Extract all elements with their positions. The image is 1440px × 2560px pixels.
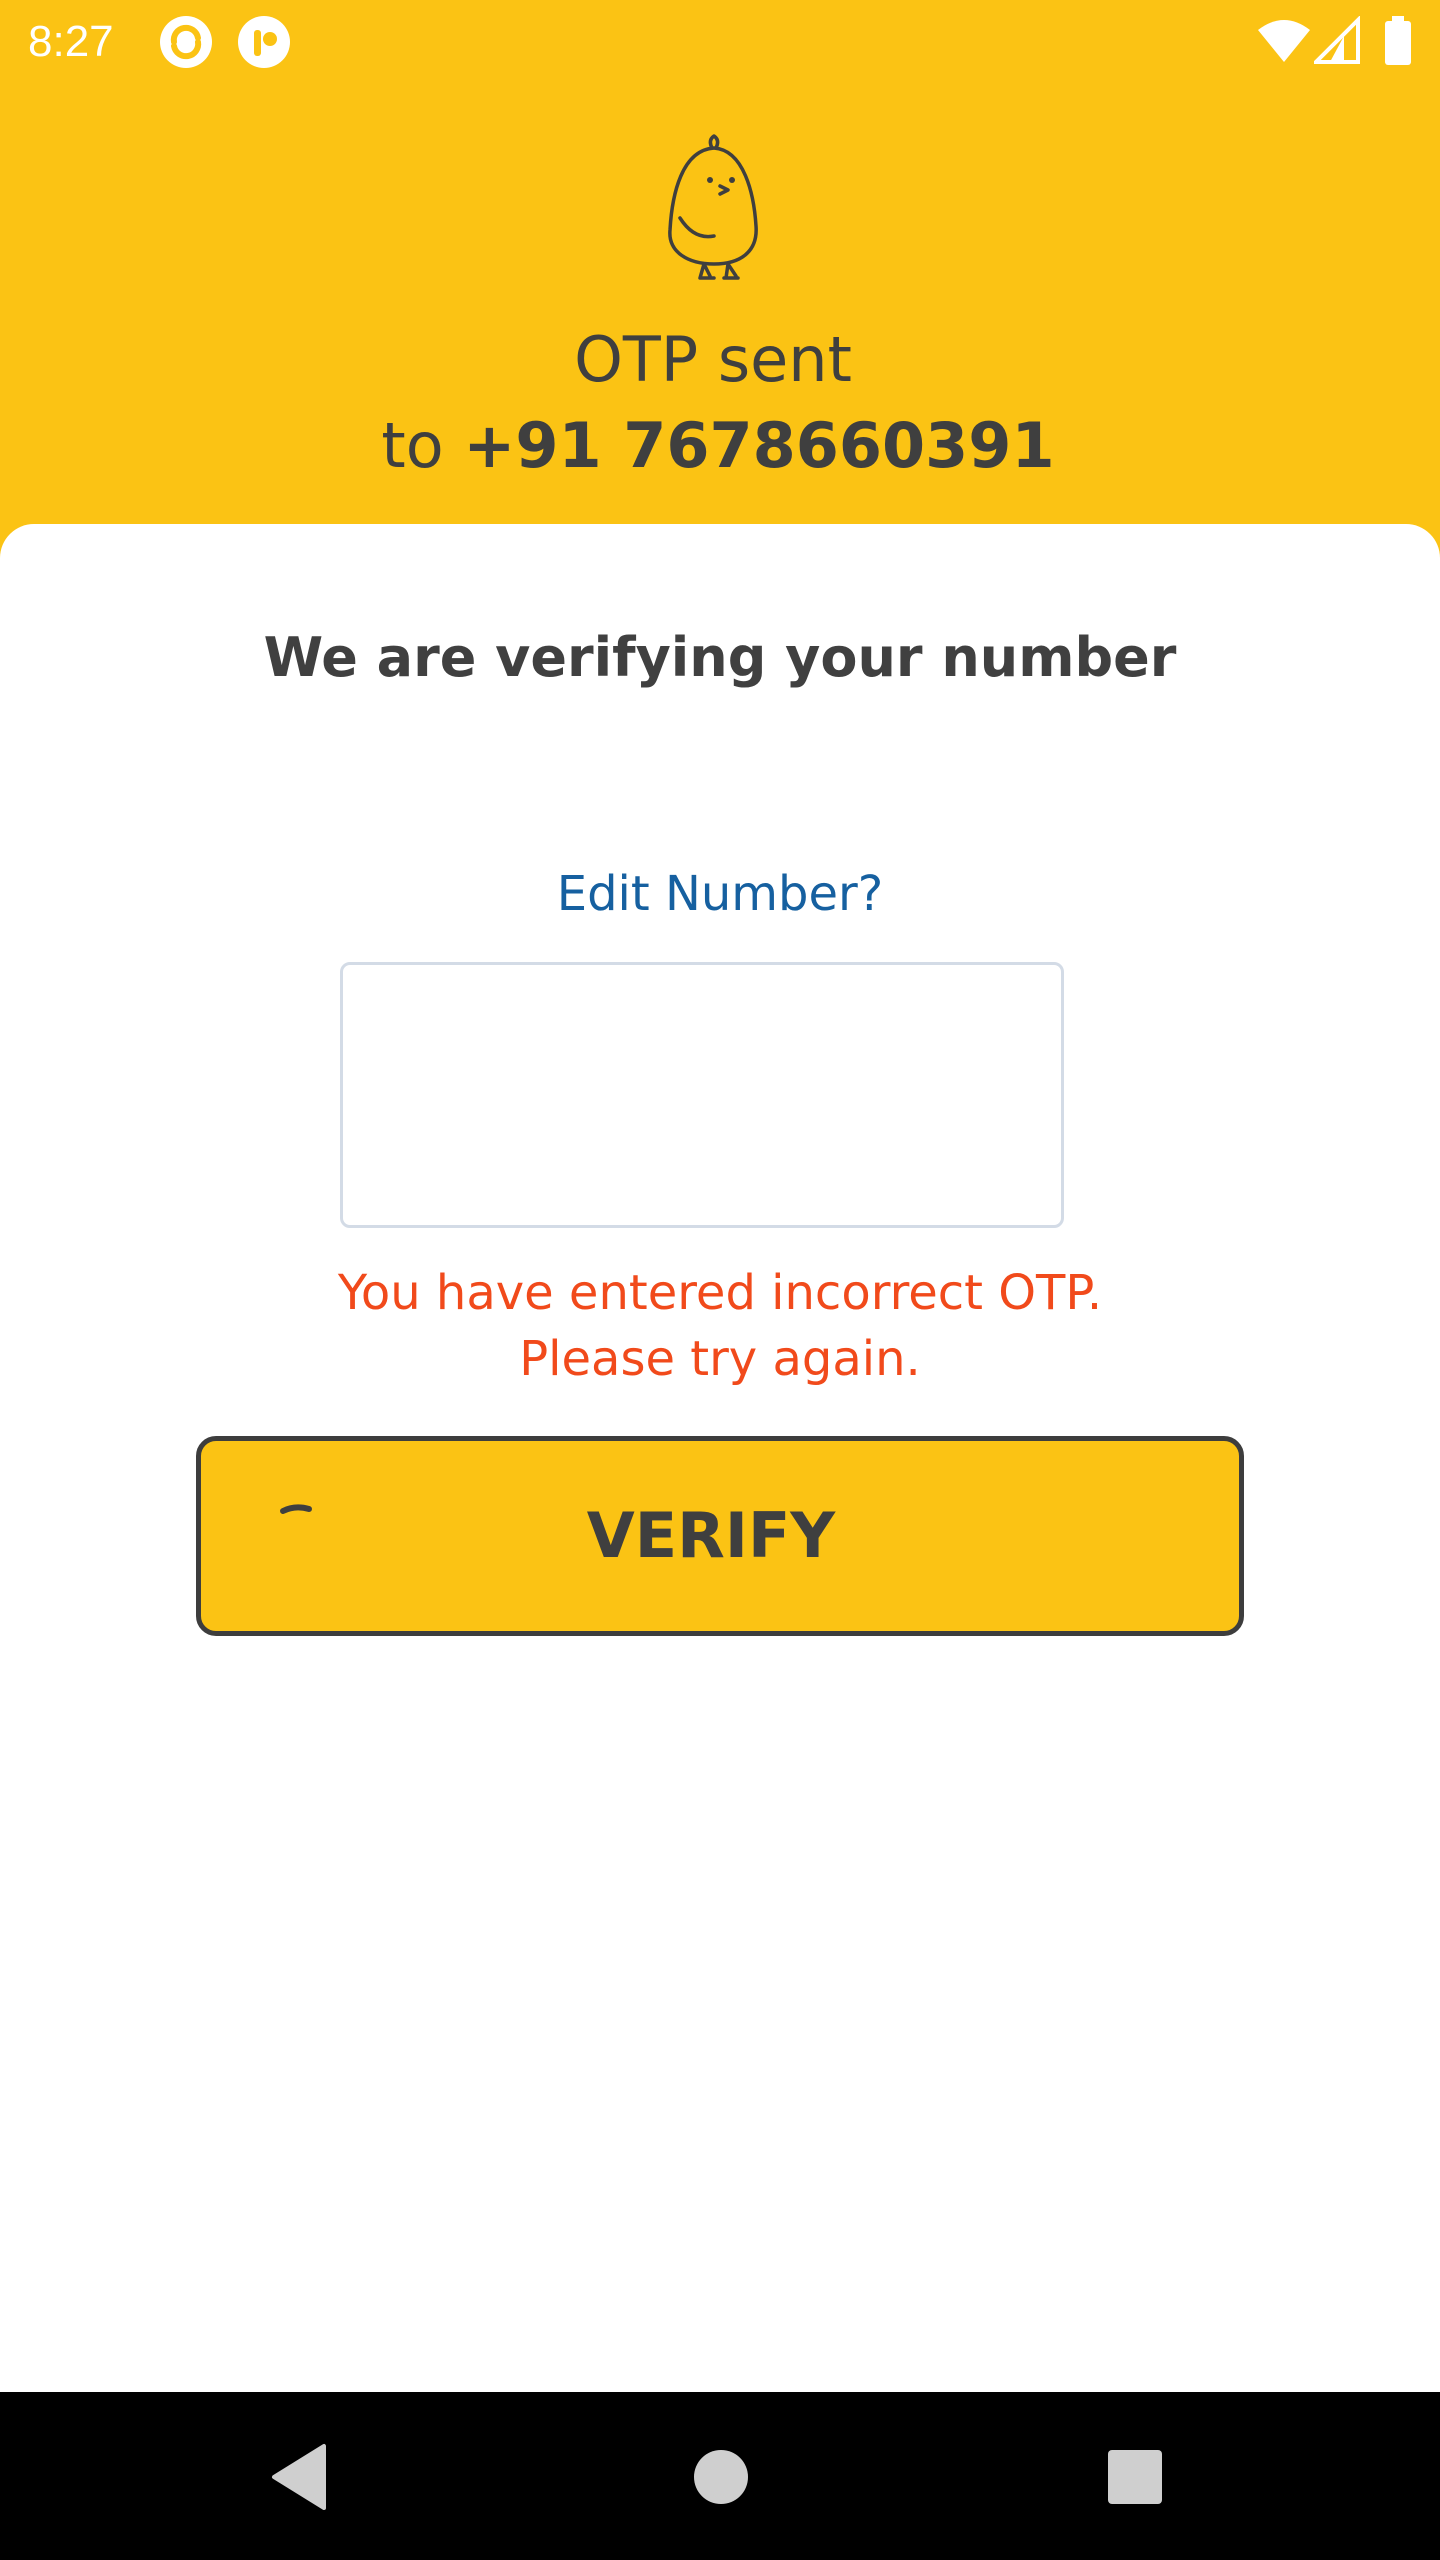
otp-input[interactable] [340, 962, 1064, 1228]
phone-number: +91 7678660391 [463, 409, 1055, 482]
battery-icon [1385, 16, 1411, 65]
system-nav-bar [0, 2392, 1440, 2560]
status-bar: 8:27 [0, 0, 1440, 84]
otp-phone-line: to +91 7678660391 [0, 406, 1436, 486]
koo-app-icon [238, 16, 290, 68]
wifi-icon [1258, 20, 1310, 62]
cellular-signal-icon [1314, 16, 1360, 64]
otp-prefix: to [381, 409, 444, 482]
otp-sent-title: OTP sent [574, 323, 852, 396]
recents-icon[interactable] [1090, 2432, 1180, 2522]
status-time: 8:27 [28, 17, 114, 66]
otp-error-line-2: Please try again. [519, 1331, 921, 1387]
otp-error-message: You have entered incorrect OTP. Please t… [0, 1260, 1440, 1392]
verify-button[interactable]: VERIFY [196, 1436, 1244, 1636]
home-icon[interactable] [676, 2432, 766, 2522]
edit-number-link[interactable]: Edit Number? [0, 860, 1440, 928]
otp-error-line-1: You have entered incorrect OTP. [337, 1265, 1103, 1321]
verify-button-label: VERIFY [586, 1499, 836, 1572]
app-notification-icon [160, 16, 212, 68]
back-icon[interactable] [256, 2432, 346, 2522]
verifying-title: We are verifying your number [263, 626, 1177, 689]
chick-mascot-icon [668, 134, 758, 280]
